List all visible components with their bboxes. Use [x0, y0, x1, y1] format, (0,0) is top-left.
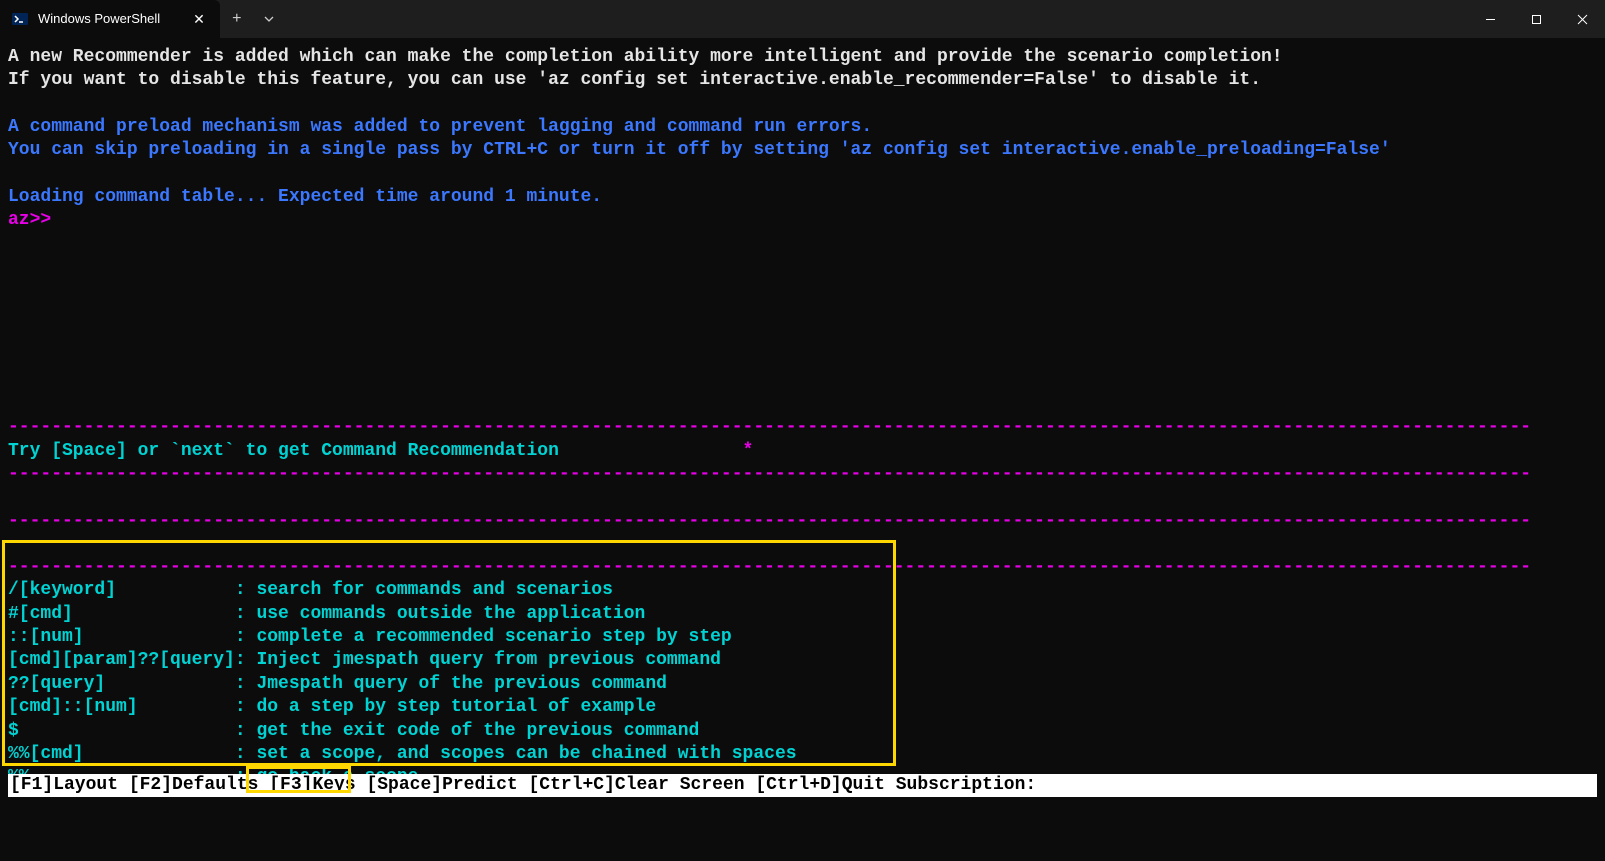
help-line: #[cmd] : use commands outside the applic… — [8, 603, 1597, 626]
maximize-button[interactable] — [1513, 0, 1559, 38]
recommender-msg-2: If you want to disable this feature, you… — [8, 69, 1597, 92]
recommendation-text: Try [Space] or `next` to get Command Rec… — [8, 441, 559, 461]
blank-line — [8, 93, 1597, 116]
blank-line — [8, 255, 1597, 278]
divider: ----------------------------------------… — [8, 416, 1597, 439]
window-controls — [1467, 0, 1605, 38]
preload-msg-2: You can skip preloading in a single pass… — [8, 139, 1597, 162]
help-line: /[keyword] : search for commands and sce… — [8, 579, 1597, 602]
new-tab-button[interactable]: + — [220, 0, 254, 38]
tab-powershell[interactable]: Windows PowerShell ✕ — [0, 0, 220, 38]
help-line: [cmd]::[num] : do a step by step tutoria… — [8, 696, 1597, 719]
help-line: [cmd][param]??[query]: Inject jmespath q… — [8, 649, 1597, 672]
close-icon[interactable]: ✕ — [190, 10, 208, 28]
divider: ----------------------------------------… — [8, 463, 1597, 486]
recommendation-hint: Try [Space] or `next` to get Command Rec… — [8, 440, 1597, 463]
prompt: az>> — [8, 209, 1597, 232]
tab-dropdown-icon[interactable] — [254, 0, 284, 38]
recommender-msg-1: A new Recommender is added which can mak… — [8, 46, 1597, 69]
tab-title: Windows PowerShell — [38, 11, 180, 28]
help-line: %%[cmd] : set a scope, and scopes can be… — [8, 743, 1597, 766]
preload-msg-1: A command preload mechanism was added to… — [8, 116, 1597, 139]
blank-line — [8, 324, 1597, 347]
blank-line — [8, 301, 1597, 324]
blank-line — [8, 370, 1597, 393]
blank-line — [8, 393, 1597, 416]
powershell-icon — [12, 11, 28, 27]
terminal-content[interactable]: A new Recommender is added which can mak… — [0, 38, 1605, 798]
blank-line — [8, 347, 1597, 370]
minimize-button[interactable] — [1467, 0, 1513, 38]
blank-line — [8, 278, 1597, 301]
titlebar: Windows PowerShell ✕ + — [0, 0, 1605, 38]
bottom-bar: [F1]Layout [F2]Defaults [F3]Keys [Space]… — [8, 774, 1597, 797]
tabs-container: Windows PowerShell ✕ + — [0, 0, 284, 38]
help-line: $ : get the exit code of the previous co… — [8, 720, 1597, 743]
loading-msg: Loading command table... Expected time a… — [8, 186, 1597, 209]
help-line: ::[num] : complete a recommended scenari… — [8, 626, 1597, 649]
divider: ----------------------------------------… — [8, 556, 1597, 579]
help-line: ??[query] : Jmespath query of the previo… — [8, 673, 1597, 696]
blank-line — [8, 487, 1597, 510]
divider: ----------------------------------------… — [8, 510, 1597, 533]
window-close-button[interactable] — [1559, 0, 1605, 38]
blank-line — [8, 232, 1597, 255]
blank-line — [8, 533, 1597, 556]
asterisk: * — [743, 441, 754, 461]
blank-line — [8, 163, 1597, 186]
bottom-bar-text: [F1]Layout [F2]Defaults [F3]Keys [Space]… — [10, 774, 1036, 797]
